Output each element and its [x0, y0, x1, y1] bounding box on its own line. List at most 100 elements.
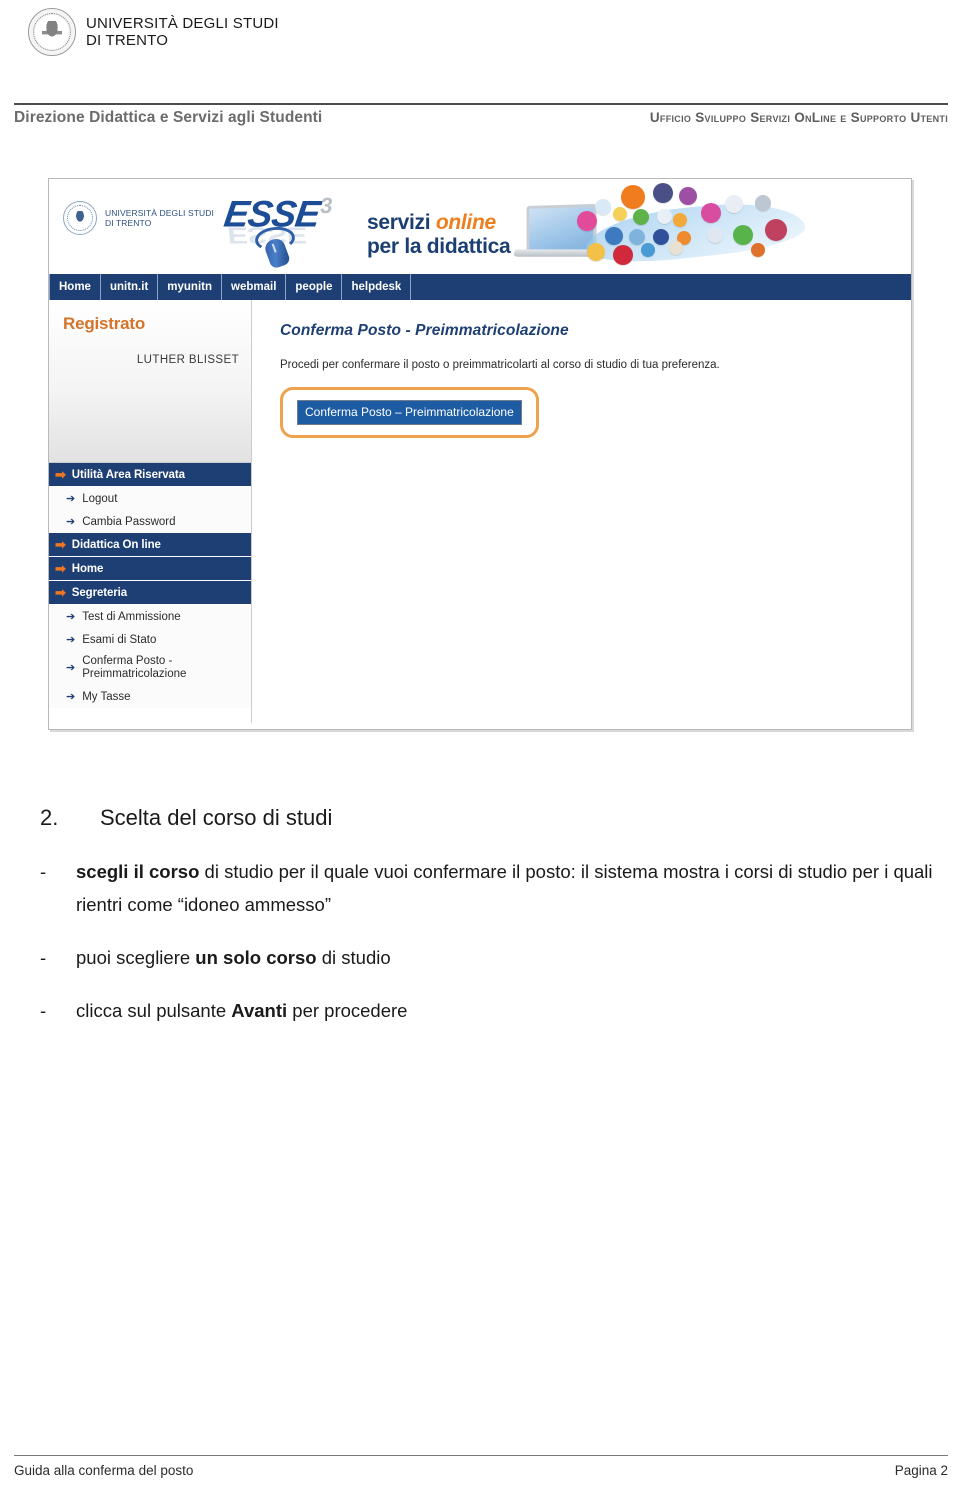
- sidebar-item-label: Home: [71, 562, 104, 575]
- icon-bubble: [653, 183, 673, 203]
- header-divider: [14, 103, 948, 105]
- icon-bubble: [765, 219, 787, 241]
- bullet-dash: -: [40, 947, 47, 968]
- sidebar-item-label: Didattica On line: [71, 538, 161, 551]
- sidebar-item-label: Segreteria: [71, 586, 128, 599]
- computer-mouse-icon: [253, 224, 297, 270]
- cta-highlight-box: Conferma Posto – Preimmatricolazione: [280, 387, 539, 438]
- esse3-screenshot: UNIVERSITÀ DEGLI STUDI DI TRENTO ESSE ES…: [48, 178, 912, 730]
- esse3-sidebar: Registrato LUTHER BLISSET ➡ Utilità Area…: [49, 300, 252, 723]
- icon-bubble: [669, 241, 683, 255]
- app-icons-cloud-graphic: [569, 181, 859, 273]
- arrow-right-icon: ➔: [66, 611, 76, 623]
- sidebar-item-label: Utilità Area Riservata: [71, 468, 185, 481]
- user-role: Registrato: [63, 314, 146, 333]
- icon-bubble: [633, 209, 649, 225]
- esse3-body: Registrato LUTHER BLISSET ➡ Utilità Area…: [49, 300, 911, 723]
- nav-item-unitn-it[interactable]: unitn.it: [101, 274, 159, 300]
- sidebar-item-label: Logout: [82, 492, 118, 505]
- bullet-plain: di studio per il quale vuoi confermare i…: [76, 861, 933, 915]
- icon-bubble: [701, 203, 721, 223]
- banner-uni-line2: DI TRENTO: [105, 218, 152, 228]
- arrow-right-icon: ➔: [66, 634, 76, 646]
- icon-bubble: [605, 227, 623, 245]
- icon-bubble: [657, 209, 672, 224]
- sidebar-item-utilita-area-riservata[interactable]: ➡ Utilità Area Riservata: [49, 463, 251, 487]
- sidebar-item-my-tasse[interactable]: ➔ My Tasse: [49, 685, 251, 708]
- icon-bubble: [587, 243, 605, 261]
- esse3-banner: UNIVERSITÀ DEGLI STUDI DI TRENTO ESSE ES…: [49, 179, 911, 274]
- conferma-posto-button[interactable]: Conferma Posto – Preimmatricolazione: [297, 400, 522, 425]
- banner-seal-icon: [63, 201, 97, 235]
- sidebar-item-test-di-ammissione[interactable]: ➔ Test di Ammissione: [49, 605, 251, 628]
- bullet-plain: clicca sul pulsante: [76, 1000, 232, 1021]
- arrow-right-icon: ➔: [66, 516, 76, 528]
- tagline-servizi: servizi: [367, 211, 436, 234]
- office-name: Ufficio Sviluppo Servizi OnLine e Suppor…: [649, 110, 948, 125]
- bullet-plain: di studio: [316, 947, 391, 968]
- user-name: LUTHER BLISSET: [136, 354, 239, 366]
- sidebar-item-segreteria[interactable]: ➡ Segreteria: [49, 581, 251, 605]
- icon-bubble: [641, 243, 655, 257]
- bullet-dash: -: [40, 1000, 47, 1021]
- university-logo-block: UNIVERSITÀ DEGLI STUDI DI TRENTO: [28, 8, 279, 56]
- bullet-dash: -: [40, 861, 47, 882]
- arrow-right-icon: ➔: [66, 691, 76, 703]
- university-seal-icon: [28, 8, 76, 56]
- icon-bubble: [679, 187, 697, 205]
- bullet-bold: scegli il corso: [76, 861, 200, 882]
- instruction-section: 2. Scelta del corso di studi - scegli il…: [40, 805, 940, 1047]
- sidebar-item-esami-di-stato[interactable]: ➔ Esami di Stato: [49, 628, 251, 651]
- page-description: Procedi per confermare il posto o preimm…: [280, 359, 720, 371]
- icon-bubble: [577, 211, 597, 231]
- list-item: - puoi scegliere un solo corso di studio: [40, 941, 940, 974]
- esse3-top-nav[interactable]: Home unitn.it myunitn webmail people hel…: [49, 274, 911, 300]
- footer-divider: [14, 1455, 948, 1456]
- nav-item-helpdesk[interactable]: helpdesk: [342, 274, 412, 300]
- esse3-main-content: Conferma Posto - Preimmatricolazione Pro…: [252, 300, 911, 723]
- icon-bubble: [733, 225, 753, 245]
- department-name: Direzione Didattica e Servizi agli Stude…: [14, 109, 323, 126]
- sidebar-item-label: Esami di Stato: [82, 633, 157, 646]
- list-item: - scegli il corso di studio per il quale…: [40, 855, 940, 921]
- icon-bubble: [751, 243, 765, 257]
- sidebar-item-home[interactable]: ➡ Home: [49, 557, 251, 581]
- sidebar-item-logout[interactable]: ➔ Logout: [49, 487, 251, 510]
- sidebar-item-label: My Tasse: [82, 690, 131, 703]
- bullet-text: scegli il corso di studio per il quale v…: [76, 855, 940, 921]
- university-name: UNIVERSITÀ DEGLI STUDI DI TRENTO: [86, 15, 279, 49]
- esse3-superscript: 3: [318, 193, 334, 218]
- page-title: Conferma Posto - Preimmatricolazione: [280, 322, 569, 339]
- section-heading: 2. Scelta del corso di studi: [40, 805, 940, 831]
- department-row: Direzione Didattica e Servizi agli Stude…: [14, 109, 948, 133]
- bullet-bold: un solo corso: [195, 947, 317, 968]
- icon-bubble: [621, 185, 645, 209]
- list-item: - clicca sul pulsante Avanti per procede…: [40, 994, 940, 1027]
- section-number: 2.: [40, 805, 59, 830]
- arrow-right-icon: ➡: [55, 584, 66, 600]
- page-number: Pagina 2: [894, 1463, 948, 1478]
- nav-item-home[interactable]: Home: [49, 274, 101, 300]
- nav-item-myunitn[interactable]: myunitn: [158, 274, 223, 300]
- bullet-list: - scegli il corso di studio per il quale…: [40, 855, 940, 1027]
- sidebar-item-didattica-on-line[interactable]: ➡ Didattica On line: [49, 533, 251, 557]
- icon-bubble: [613, 207, 627, 221]
- sidebar-item-cambia-password[interactable]: ➔ Cambia Password: [49, 510, 251, 533]
- esse3-tagline: servizi online per la didattica: [367, 211, 511, 259]
- sidebar-item-conferma-posto-preimmatricolazione[interactable]: ➔ Conferma Posto - Preimmatricolazione: [49, 651, 251, 685]
- arrow-right-icon: ➡: [55, 466, 66, 482]
- nav-item-webmail[interactable]: webmail: [222, 274, 287, 300]
- icon-bubble: [653, 229, 669, 245]
- footer-title: Guida alla conferma del posto: [14, 1463, 194, 1478]
- banner-university-name: UNIVERSITÀ DEGLI STUDI DI TRENTO: [105, 208, 214, 228]
- university-name-line1: UNIVERSITÀ DEGLI STUDI: [86, 15, 279, 32]
- user-panel: Registrato LUTHER BLISSET: [49, 300, 251, 463]
- tagline-online: online: [435, 211, 496, 234]
- icon-bubble: [613, 245, 633, 265]
- bullet-plain: per procedere: [287, 1000, 408, 1021]
- arrow-right-icon: ➡: [55, 560, 66, 576]
- sidebar-item-label: Test di Ammissione: [82, 610, 181, 623]
- arrow-right-icon: ➔: [66, 661, 76, 674]
- icon-bubble: [707, 227, 723, 243]
- nav-item-people[interactable]: people: [286, 274, 343, 300]
